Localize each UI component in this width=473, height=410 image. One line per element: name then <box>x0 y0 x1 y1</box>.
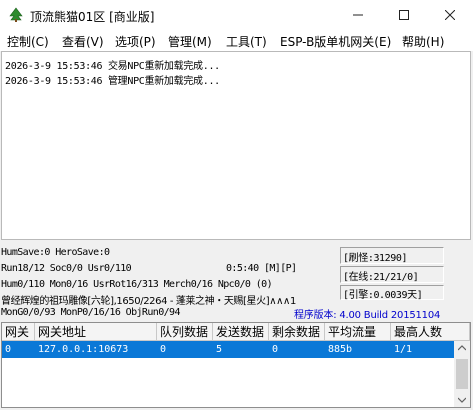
menu-gateway[interactable]: ESP-B版单机网关(E) <box>280 33 391 50</box>
mon-status: MonG0/0/93 MonP0/16/16 ObjRun0/94 <box>1 307 180 318</box>
menu-bar: 控制(C) 查看(V) 选项(P) 管理(M) 工具(T) ESP-B版单机网关… <box>0 30 473 51</box>
minimize-button[interactable] <box>335 0 381 30</box>
cell-sent: 5 <box>216 344 223 355</box>
refresh-count: [刷怪:31290] <box>343 253 408 264</box>
close-icon <box>445 10 455 20</box>
col-header-max-users[interactable]: 最高人数 <box>391 323 470 341</box>
menu-tools[interactable]: 工具(T) <box>226 33 267 50</box>
event-status: 曾经辉煌的祖玛雕像[六轮],1650/2264 - 蓬莱之神・天赐[星火]∧∧∧… <box>1 296 296 307</box>
menu-manage[interactable]: 管理(M) <box>168 33 212 50</box>
col-header-gateway[interactable]: 网关 <box>2 323 35 341</box>
log-line: 2026-3-9 15:53:46 交易NPC重新加载完成... <box>5 61 220 72</box>
col-header-address[interactable]: 网关地址 <box>35 323 157 341</box>
col-header-avg-traffic[interactable]: 平均流量 <box>325 323 391 341</box>
scroll-down-icon[interactable] <box>458 397 466 403</box>
window-title: 顶流熊猫01区 [商业版] <box>30 10 155 24</box>
online-count: [在线:21/21/0] <box>343 272 419 283</box>
uptime-status: 0:5:40 [M][P] <box>226 263 297 274</box>
minimize-icon <box>353 14 363 16</box>
menu-control[interactable]: 控制(C) <box>7 33 49 50</box>
cell-max-users: 1/1 <box>394 344 413 355</box>
version-label: 程序版本: 4.00 Build 20151104 <box>294 310 441 321</box>
cell-avg-traffic: 885b <box>328 344 353 355</box>
col-header-sent[interactable]: 发送数据 <box>213 323 269 341</box>
scroll-thumb[interactable] <box>456 359 468 389</box>
maximize-icon <box>399 10 409 20</box>
log-line: 2026-3-9 15:53:46 管理NPC重新加载完成... <box>5 76 220 87</box>
gateway-table[interactable]: 网关 网关地址 队列数据 发送数据 剩余数据 平均流量 最高人数 0 127.0… <box>1 322 471 408</box>
menu-view[interactable]: 查看(V) <box>62 33 104 50</box>
cell-queue: 0 <box>160 344 167 355</box>
tree-app-icon <box>9 7 23 22</box>
col-header-queue[interactable]: 队列数据 <box>157 323 213 341</box>
col-header-remaining[interactable]: 剩余数据 <box>269 323 325 341</box>
hum-status: Hum0/110 Mon0/16 UsrRot16/313 Merch0/16 … <box>1 279 273 290</box>
maximize-button[interactable] <box>381 0 427 30</box>
vertical-scrollbar[interactable] <box>454 341 470 407</box>
save-status: HumSave:0 HeroSave:0 <box>1 247 110 258</box>
engine-uptime: [引擎:0.0039天] <box>343 290 423 301</box>
scroll-up-icon[interactable] <box>458 345 466 351</box>
table-row[interactable]: 0 127.0.0.1:10673 0 5 0 885b 1/1 <box>2 341 454 358</box>
close-button[interactable] <box>427 0 473 30</box>
log-panel[interactable]: 2026-3-9 15:53:46 交易NPC重新加载完成... 2026-3-… <box>1 51 471 240</box>
menu-help[interactable]: 帮助(H) <box>402 33 444 50</box>
menu-options[interactable]: 选项(P) <box>115 33 156 50</box>
cell-remaining: 0 <box>272 344 279 355</box>
run-status: Run18/12 Soc0/0 Usr0/110 <box>1 263 132 274</box>
title-bar[interactable]: 顶流熊猫01区 [商业版] <box>0 0 473 30</box>
cell-gateway: 0 <box>5 344 12 355</box>
cell-address: 127.0.0.1:10673 <box>38 344 129 355</box>
